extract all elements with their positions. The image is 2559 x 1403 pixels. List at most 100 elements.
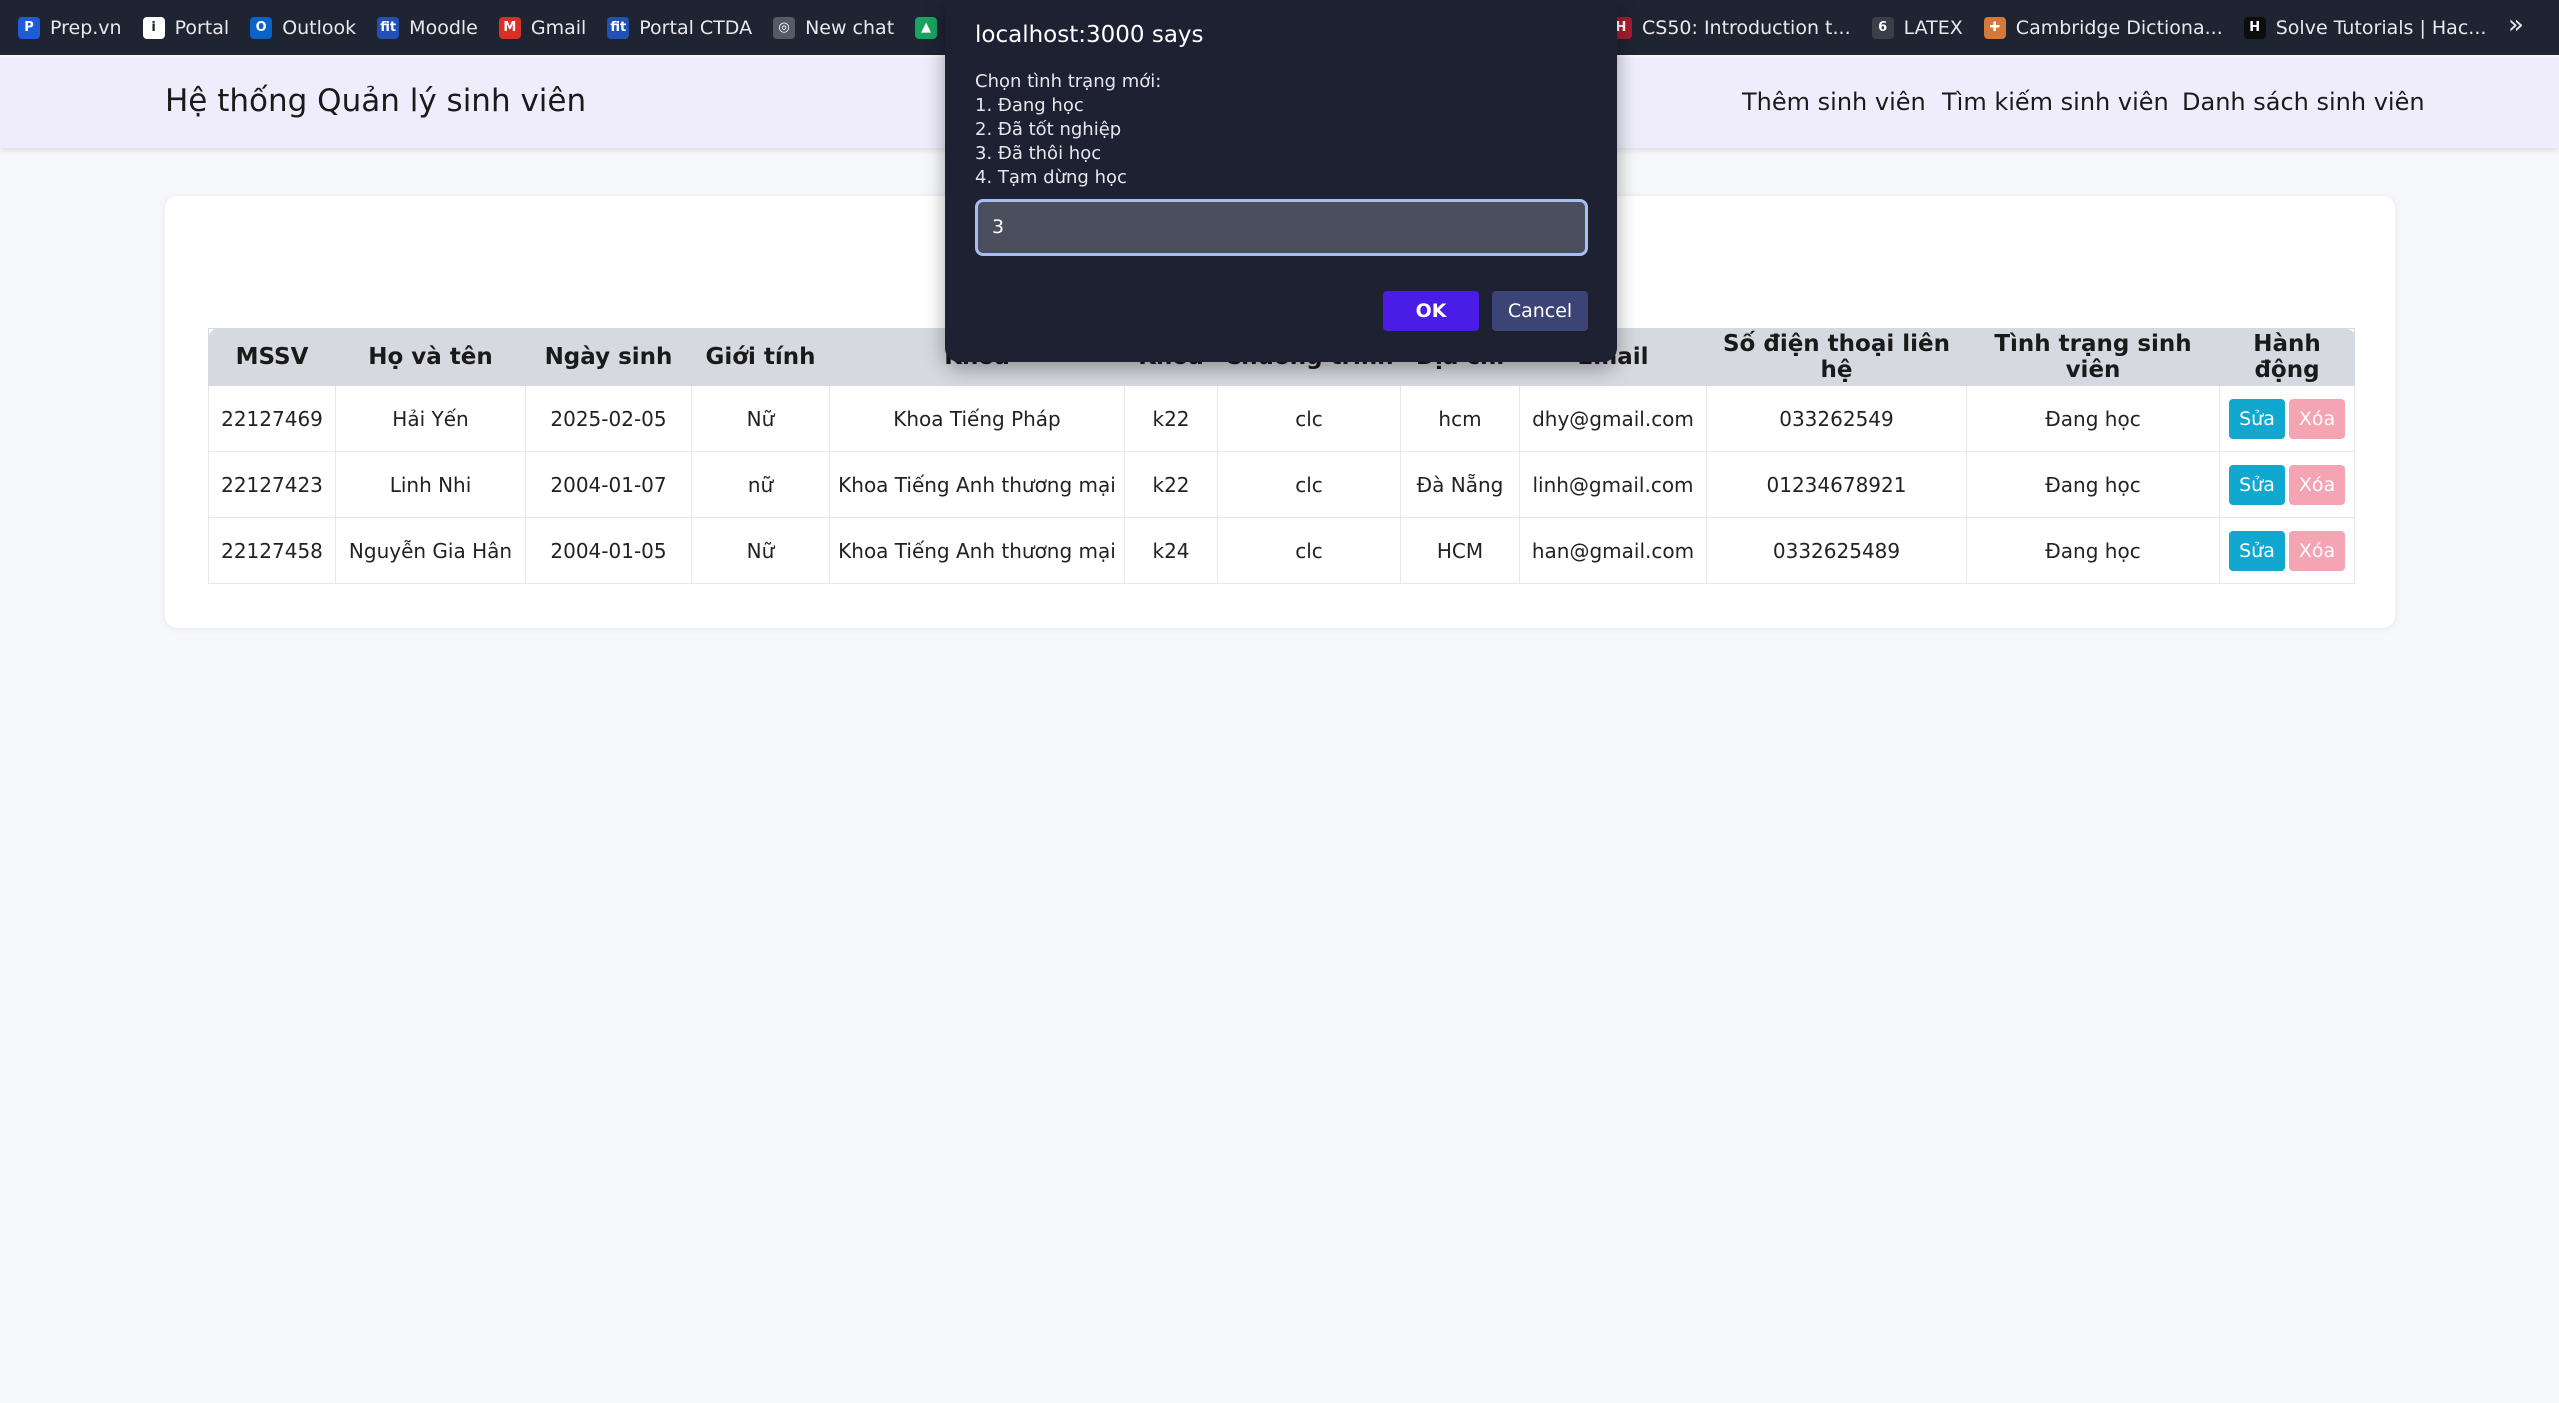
bookmark-label: Portal — [174, 16, 230, 39]
bookmark-2[interactable]: O Outlook — [250, 16, 357, 39]
dialog-message-line: Chọn tình trạng mới: — [975, 71, 1162, 92]
table-cell: han@gmail.com — [1519, 517, 1707, 584]
table-cell: clc — [1217, 385, 1401, 452]
table-cell: 22127458 — [208, 517, 336, 584]
fit-icon: fit — [377, 16, 400, 39]
actions-cell: Sửa Xóa — [2219, 517, 2355, 584]
column-header: Tình trạng sinh viên — [1966, 328, 2220, 386]
prompt-input[interactable]: 3 — [975, 199, 1588, 256]
table-row: 22127423 Linh Nhi 2004-01-07 nữ Khoa Tiếng A… — [208, 451, 2355, 518]
table-cell: 01234678921 — [1706, 451, 1967, 518]
cambridge-icon: ✚ — [1983, 16, 2006, 39]
bookmark-4[interactable]: M Gmail — [498, 16, 587, 39]
fit-icon: fit — [607, 16, 630, 39]
table-cell: 22127423 — [208, 451, 336, 518]
bookmark-label: New chat — [805, 16, 895, 39]
table-cell: 2004-01-07 — [525, 451, 692, 518]
bookmark-label: Solve Tutorials | Hac... — [2275, 16, 2487, 39]
edit-button[interactable]: Sửa — [2229, 398, 2285, 439]
latex-icon: 6 — [1871, 16, 1894, 39]
bookmark-6[interactable]: ◎ New chat — [773, 16, 895, 39]
bookmark-r0[interactable]: H CS50: Introduction t... — [1610, 16, 1851, 39]
nav-search-student[interactable]: Tìm kiếm sinh viên — [1942, 88, 2169, 116]
column-header: Ngày sinh — [525, 328, 692, 386]
portal-icon: i — [142, 16, 165, 39]
app-title: Hệ thống Quản lý sinh viên — [165, 83, 587, 119]
table-row: 22127469 Hải Yến 2025-02-05 Nữ Khoa Tiếng Ph… — [208, 385, 2355, 452]
table-cell: k24 — [1124, 517, 1218, 584]
table-cell: HCM — [1400, 517, 1520, 584]
edit-button[interactable]: Sửa — [2229, 464, 2285, 505]
ok-button[interactable]: OK — [1383, 291, 1479, 331]
delete-button[interactable]: Xóa — [2289, 530, 2345, 571]
table-cell: 22127469 — [208, 385, 336, 452]
table-cell: Hải Yến — [335, 385, 526, 452]
table-cell: clc — [1217, 517, 1401, 584]
column-header: Hành động — [2219, 328, 2355, 386]
bookmark-label: Prep.vn — [50, 16, 122, 39]
prompt-dialog: localhost:3000 says Chọn tình trạng mới:… — [945, 0, 1617, 362]
cancel-button[interactable]: Cancel — [1492, 291, 1588, 331]
table-cell: linh@gmail.com — [1519, 451, 1707, 518]
drive-icon: ▲ — [915, 16, 938, 39]
table-cell: 2025-02-05 — [525, 385, 692, 452]
dialog-message-line: 2. Đã tốt nghiệp — [975, 119, 1122, 140]
table-cell: nữ — [691, 451, 830, 518]
bookmark-label: Moodle — [409, 16, 478, 39]
table-cell: 2004-01-05 — [525, 517, 692, 584]
nav-student-list[interactable]: Danh sách sinh viên — [2182, 88, 2425, 116]
bookmark-label: LATEX — [1903, 16, 1963, 39]
bookmark-0[interactable]: P Prep.vn — [18, 16, 122, 39]
table-cell: Đang học — [1966, 517, 2220, 584]
table-cell: Nữ — [691, 517, 830, 584]
bookmark-label: Portal CTDA — [639, 16, 753, 39]
dialog-message-line: 4. Tạm dừng học — [975, 167, 1127, 188]
bookmark-label: CS50: Introduction t... — [1642, 16, 1851, 39]
column-header: Giới tính — [691, 328, 830, 386]
bookmark-label: Cambridge Dictiona... — [2015, 16, 2223, 39]
table-cell: Khoa Tiếng Anh thương mại — [829, 517, 1125, 584]
more-bookmarks-icon[interactable]: » — [2508, 10, 2524, 40]
column-header: MSSV — [208, 328, 336, 386]
table-cell: Đang học — [1966, 451, 2220, 518]
table-cell: Linh Nhi — [335, 451, 526, 518]
table-cell: 033262549 — [1706, 385, 1967, 452]
bookmark-5[interactable]: fit Portal CTDA — [607, 16, 753, 39]
table-body: 22127469 Hải Yến 2025-02-05 Nữ Khoa Tiếng Ph… — [208, 385, 2355, 584]
bookmark-r3[interactable]: H Solve Tutorials | Hac... — [2243, 16, 2487, 39]
actions-cell: Sửa Xóa — [2219, 451, 2355, 518]
table-cell: Nguyễn Gia Hân — [335, 517, 526, 584]
edit-button[interactable]: Sửa — [2229, 530, 2285, 571]
dialog-title: localhost:3000 says — [975, 22, 1204, 48]
delete-button[interactable]: Xóa — [2289, 464, 2345, 505]
table-cell: Đang học — [1966, 385, 2220, 452]
bookmarks-left: P Prep.vn i Portal O Outlook fit Moodle M Gmail fi… — [18, 16, 1057, 39]
delete-button[interactable]: Xóa — [2289, 398, 2345, 439]
actions-cell: Sửa Xóa — [2219, 385, 2355, 452]
bookmark-label: Gmail — [530, 16, 587, 39]
dialog-message-line: 3. Đã thôi học — [975, 143, 1102, 164]
table-cell: 0332625489 — [1706, 517, 1967, 584]
bookmark-1[interactable]: i Portal — [142, 16, 230, 39]
bookmark-r1[interactable]: 6 LATEX — [1871, 16, 1963, 39]
bookmark-3[interactable]: fit Moodle — [377, 16, 478, 39]
table-cell: dhy@gmail.com — [1519, 385, 1707, 452]
nav-add-student[interactable]: Thêm sinh viên — [1742, 88, 1926, 116]
outlook-icon: O — [250, 16, 273, 39]
table-cell: k22 — [1124, 385, 1218, 452]
table-cell: Nữ — [691, 385, 830, 452]
chatgpt-icon: ◎ — [773, 16, 796, 39]
table-cell: Khoa Tiếng Anh thương mại — [829, 451, 1125, 518]
prep-icon: P — [18, 16, 40, 39]
hackerrank-icon: H — [2243, 16, 2266, 39]
dialog-message-line: 1. Đang học — [975, 95, 1084, 116]
column-header: Số điện thoại liên hệ — [1706, 328, 1967, 386]
bookmark-r2[interactable]: ✚ Cambridge Dictiona... — [1983, 16, 2223, 39]
dialog-message: Chọn tình trạng mới: 1. Đang học 2. Đã tốt… — [975, 70, 1161, 190]
column-header: Họ và tên — [335, 328, 526, 386]
table-cell: Khoa Tiếng Pháp — [829, 385, 1125, 452]
bookmark-label: Outlook — [282, 16, 357, 39]
table-row: 22127458 Nguyễn Gia Hân 2004-01-05 Nữ Khoa T… — [208, 517, 2355, 584]
table-cell: Đà Nẵng — [1400, 451, 1520, 518]
table-cell: k22 — [1124, 451, 1218, 518]
